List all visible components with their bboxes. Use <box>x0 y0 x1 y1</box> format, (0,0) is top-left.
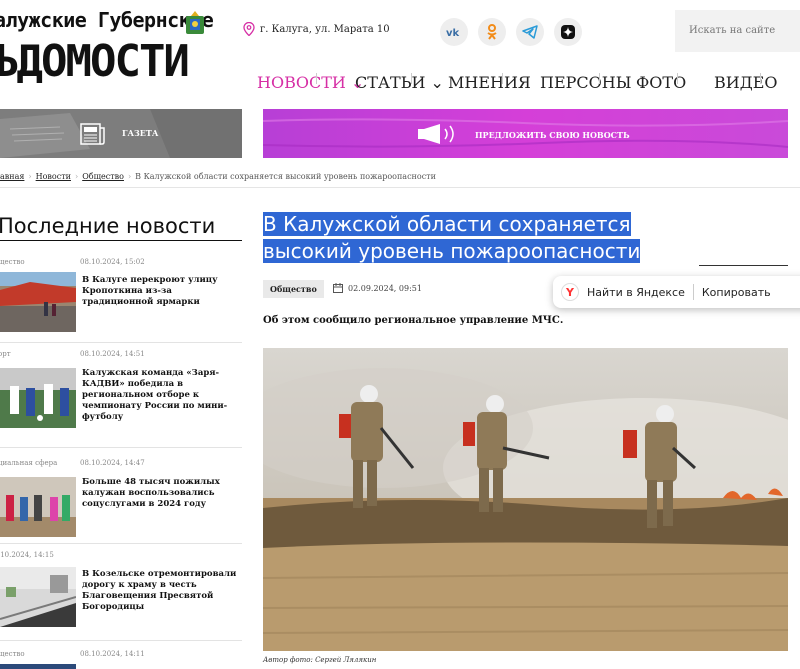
zen-icon[interactable] <box>554 18 582 46</box>
category-tag[interactable]: Общество <box>263 280 324 298</box>
location-pin-icon <box>243 22 255 36</box>
odnoklassniki-icon[interactable] <box>478 18 506 46</box>
breadcrumb-separator: › <box>127 172 132 181</box>
newspaper-banner-label: ГАЗЕТА <box>122 128 159 138</box>
list-item[interactable]: .10.2024, 14:15 В Козельске отремонтиров… <box>0 551 242 637</box>
news-headline[interactable]: В Калуге перекроют улицу Кропоткина из-з… <box>82 275 242 308</box>
site-logo[interactable]: алужские Губернские ЪДОМОСТИ <box>0 4 216 100</box>
nav-item-label: НОВОСТИ <box>257 73 346 92</box>
logo-main-text: ЪДОМОСТИ <box>0 36 190 87</box>
article-title-underline <box>699 265 788 266</box>
breadcrumb-home[interactable]: авная <box>0 172 24 181</box>
breadcrumb: авная › Новости › Общество › В Калужской облас… <box>0 172 436 181</box>
newspaper-icon <box>80 123 105 145</box>
latest-news-heading: Последние новости <box>0 214 216 238</box>
breadcrumb-society[interactable]: Общество <box>82 172 124 181</box>
news-thumbnail <box>0 368 76 428</box>
logo-top-text: алужские Губернские <box>0 8 214 32</box>
telegram-icon[interactable] <box>516 18 544 46</box>
chevron-down-icon: ⌄ <box>430 73 444 92</box>
suggest-news-label: ПРЕДЛОЖИТЬ СВОЮ НОВОСТЬ <box>475 130 630 140</box>
news-date: 08.10.2024, 14:11 <box>80 650 145 658</box>
breadcrumb-separator: › <box>28 172 32 181</box>
suggest-news-banner[interactable]: ПРЕДЛОЖИТЬ СВОЮ НОВОСТЬ <box>263 109 788 158</box>
news-headline[interactable]: В Козельске отремонтировали дорогу к хра… <box>82 569 242 613</box>
article-photo <box>263 348 788 651</box>
news-headline[interactable]: Калужская команда «Заря-КАДВИ» победила … <box>82 368 242 423</box>
news-category: орт <box>0 350 11 358</box>
news-divider <box>0 543 242 544</box>
news-thumbnail <box>0 664 76 669</box>
article-lead: Об этом сообщило региональное управление… <box>263 315 564 326</box>
news-thumbnail <box>0 567 76 627</box>
news-headline[interactable]: Больше 48 тысяч пожилых калужан воспольз… <box>82 477 242 510</box>
news-thumbnail <box>0 477 76 537</box>
list-item[interactable]: щество 08.10.2024, 15:02 В Калуге перекр… <box>0 258 242 338</box>
news-category: щество <box>0 650 25 658</box>
address-text: г. Калуга, ул. Марата 10 <box>260 23 390 35</box>
copy-button[interactable]: Копировать <box>702 286 771 299</box>
news-date: 08.10.2024, 14:47 <box>80 459 145 467</box>
megaphone-icon <box>418 124 454 144</box>
publication-date-text: 02.09.2024, 09:51 <box>348 283 422 293</box>
yandex-icon: Y <box>561 283 579 301</box>
list-item[interactable]: циальная сфера 08.10.2024, 14:47 Больше … <box>0 459 242 539</box>
news-category: циальная сфера <box>0 459 58 467</box>
nav-divider <box>677 73 678 84</box>
social-links: vk <box>440 18 582 46</box>
news-date: 08.10.2024, 14:51 <box>80 350 145 358</box>
address: г. Калуга, ул. Марата 10 <box>243 22 390 36</box>
news-category: щество <box>0 258 25 266</box>
breadcrumb-news[interactable]: Новости <box>36 172 71 181</box>
nav-item-persons[interactable]: ПЕРСОНЫ <box>540 73 631 92</box>
list-item[interactable]: щество 08.10.2024, 14:11 <box>0 650 242 669</box>
nav-item-label: СТАТЬИ <box>355 73 426 92</box>
nav-divider <box>760 73 761 84</box>
nav-item-news[interactable]: НОВОСТИ ⌄ <box>257 73 364 92</box>
selection-popup: Y Найти в Яндексе Копировать <box>553 276 800 308</box>
news-category: .10.2024, 14:15 <box>0 551 54 559</box>
news-divider <box>0 640 242 641</box>
list-item[interactable]: орт 08.10.2024, 14:51 Калужская команда … <box>0 350 242 442</box>
latest-news-underline <box>0 240 242 241</box>
breadcrumb-separator: › <box>74 172 79 181</box>
popup-divider <box>692 284 694 300</box>
article-title-line: В Калужской области сохраняется <box>263 212 631 236</box>
search-input[interactable]: Искать на сайте <box>675 10 800 52</box>
nav-divider <box>502 73 503 84</box>
newspaper-banner[interactable]: ГАЗЕТА <box>0 109 242 158</box>
newspaper-banner-background <box>0 109 242 158</box>
publication-date: 02.09.2024, 09:51 <box>333 283 422 293</box>
nav-item-video[interactable]: ВИДЕО <box>714 73 778 92</box>
news-date: 08.10.2024, 15:02 <box>80 258 145 266</box>
calendar-icon <box>333 283 343 293</box>
vk-icon[interactable]: vk <box>440 18 468 46</box>
nav-item-articles[interactable]: СТАТЬИ ⌄ <box>355 73 444 92</box>
article-title: В Калужской области сохраняется высокий … <box>263 211 783 265</box>
nav-divider <box>411 73 412 84</box>
nav-divider <box>599 73 600 84</box>
news-divider <box>0 447 242 448</box>
nav-divider <box>316 73 317 84</box>
nav-item-opinions[interactable]: МНЕНИЯ <box>448 73 531 92</box>
breadcrumb-divider <box>0 187 800 188</box>
news-divider <box>0 342 242 343</box>
coat-of-arms-icon <box>186 11 204 34</box>
news-thumbnail <box>0 272 76 332</box>
nav-item-photo[interactable]: ФОТО <box>636 73 686 92</box>
photo-caption: Автор фото: Сергей Лялякин <box>263 656 377 664</box>
svg-text:vk: vk <box>446 28 460 37</box>
find-in-yandex-button[interactable]: Найти в Яндексе <box>587 286 685 299</box>
article-title-line: высокий уровень пожароопасности <box>263 239 641 263</box>
breadcrumb-current: В Калужской области сохраняется высокий … <box>135 172 436 181</box>
